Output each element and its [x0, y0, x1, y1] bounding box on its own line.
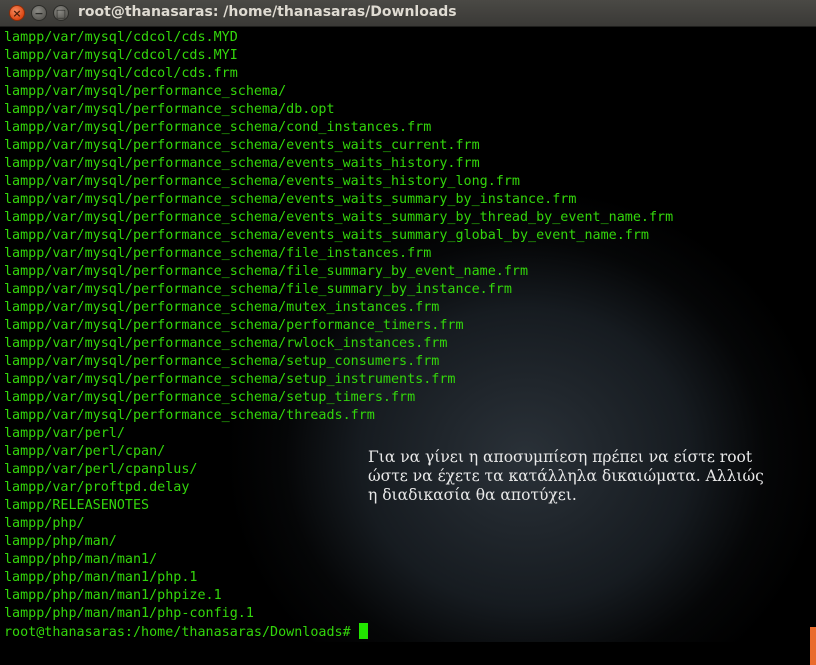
terminal-line: lampp/var/mysql/performance_schema/event…	[4, 156, 480, 171]
caption-line: η διαδικασία θα αποτύχει.	[368, 486, 577, 504]
terminal-line: lampp/php/man/man1/php-config.1	[4, 606, 254, 621]
shell-prompt: root@thanasaras:/home/thanasaras/Downloa…	[4, 625, 351, 640]
close-icon: ×	[12, 7, 22, 20]
caption-line: ώστε να έχετε τα κατάλληλα δικαιώματα. Α…	[368, 467, 764, 485]
terminal-line: lampp/php/	[4, 516, 85, 531]
terminal-line: lampp/var/mysql/performance_schema/rwloc…	[4, 336, 448, 351]
minimize-button[interactable]: −	[31, 5, 47, 21]
terminal-output[interactable]: lampp/var/mysql/cdcol/cds.MYD lampp/var/m…	[0, 27, 810, 642]
terminal-line: lampp/php/man/man1/php.1	[4, 570, 198, 585]
terminal-line: lampp/var/mysql/cdcol/cds.MYD	[4, 30, 238, 45]
terminal-line: lampp/var/mysql/performance_schema/threa…	[4, 408, 375, 423]
terminal-line: lampp/var/mysql/performance_schema/mutex…	[4, 300, 440, 315]
terminal-line: lampp/var/mysql/performance_schema/event…	[4, 192, 577, 207]
caption-overlay: Για να γίνει η αποσυμπίεση πρέπει να είσ…	[368, 448, 798, 505]
terminal-line: lampp/var/mysql/performance_schema/setup…	[4, 354, 440, 369]
text-cursor	[358, 623, 368, 639]
terminal-line: lampp/var/mysql/performance_schema/file_…	[4, 264, 529, 279]
caption-line: Για να γίνει η αποσυμπίεση πρέπει να είσ…	[368, 448, 753, 466]
scrollbar[interactable]	[810, 27, 816, 665]
shell-prompt-line[interactable]: root@thanasaras:/home/thanasaras/Downloa…	[4, 623, 368, 641]
maximize-icon: □	[55, 7, 67, 20]
terminal-line: lampp/php/man/man1/phpize.1	[4, 588, 222, 603]
window-title: root@thanasaras: /home/thanasaras/Downlo…	[78, 4, 457, 20]
terminal-line: lampp/var/mysql/performance_schema/file_…	[4, 282, 512, 297]
terminal-line: lampp/var/mysql/cdcol/cds.MYI	[4, 48, 238, 63]
terminal-line: lampp/var/perl/	[4, 426, 125, 441]
terminal-line: lampp/php/man/man1/	[4, 552, 158, 567]
terminal-line: lampp/php/man/	[4, 534, 117, 549]
terminal-line: lampp/var/mysql/performance_schema/file_…	[4, 246, 432, 261]
close-button[interactable]: ×	[9, 5, 25, 21]
terminal-line: lampp/var/mysql/performance_schema/setup…	[4, 372, 456, 387]
terminal-line: lampp/var/mysql/performance_schema/event…	[4, 228, 649, 243]
terminal-line: lampp/var/mysql/cdcol/cds.frm	[4, 66, 238, 81]
terminal-line: lampp/var/mysql/performance_schema/	[4, 84, 287, 99]
terminal-line: lampp/var/mysql/performance_schema/perfo…	[4, 318, 464, 333]
terminal-lines: lampp/var/mysql/cdcol/cds.MYD lampp/var/m…	[4, 29, 673, 623]
terminal-line: lampp/var/mysql/performance_schema/setup…	[4, 390, 416, 405]
title-bar: × − □ root@thanasaras: /home/thanasaras/…	[0, 0, 816, 27]
maximize-button[interactable]: □	[53, 5, 69, 21]
scrollbar-thumb[interactable]	[810, 627, 816, 665]
terminal-line: lampp/var/mysql/performance_schema/cond_…	[4, 120, 432, 135]
terminal-line: lampp/var/mysql/performance_schema/db.op…	[4, 102, 335, 117]
terminal-line: lampp/var/mysql/performance_schema/event…	[4, 210, 674, 225]
terminal-line: lampp/var/mysql/performance_schema/event…	[4, 138, 480, 153]
terminal-line: lampp/var/mysql/performance_schema/event…	[4, 174, 520, 189]
minimize-icon: −	[34, 7, 44, 20]
